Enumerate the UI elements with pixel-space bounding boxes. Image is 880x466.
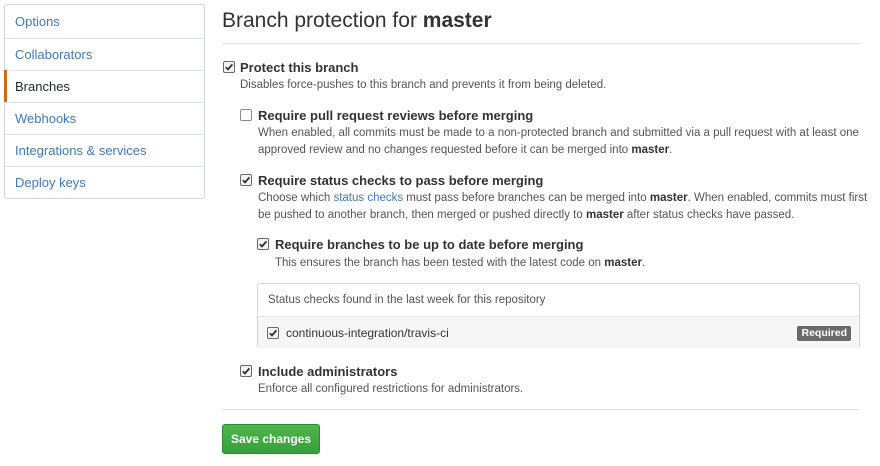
include-admins-label[interactable]: Include administrators — [258, 364, 397, 379]
status-checks-list-header: Status checks found in the last week for… — [258, 284, 859, 317]
sidebar-item-integrations-services[interactable]: Integrations & services — [5, 134, 204, 166]
require-status-checks-label[interactable]: Require status checks to pass before mer… — [258, 173, 543, 188]
require-status-checks-checkbox[interactable] — [240, 174, 252, 186]
note-text: This ensures the branch has been tested … — [275, 257, 605, 269]
branch-name: master — [631, 144, 670, 156]
note-text: after status checks have passed. — [623, 209, 795, 221]
note-text: Choose which — [258, 192, 334, 204]
status-checks-note-line2: be pushed to another branch, then merged… — [258, 207, 794, 224]
sidebar-item-collaborators[interactable]: Collaborators — [5, 38, 204, 70]
title-divider — [222, 43, 860, 44]
sidebar-item-deploy-keys[interactable]: Deploy keys — [5, 166, 204, 198]
note-text: . — [641, 257, 646, 269]
protect-branch-checkbox[interactable] — [223, 61, 235, 73]
require-up-to-date-label[interactable]: Require branches to be up to date before… — [275, 237, 583, 252]
status-checks-note-line1: Choose which status checks must pass bef… — [258, 190, 867, 207]
sidebar-item-branches[interactable]: Branches — [4, 70, 204, 102]
page-title: Branch protection for master — [222, 9, 492, 33]
note-text: . When enabled, commits must first — [687, 192, 868, 204]
title-prefix: Branch protection for — [222, 9, 423, 32]
checkmark-icon — [269, 329, 278, 337]
status-check-row: continuous-integration/travis-ci Require… — [258, 317, 859, 348]
sidebar-item-webhooks[interactable]: Webhooks — [5, 102, 204, 134]
up-to-date-note: This ensures the branch has been tested … — [275, 255, 645, 272]
form-divider — [222, 409, 860, 410]
protect-branch-label[interactable]: Protect this branch — [240, 60, 358, 75]
save-changes-button[interactable]: Save changes — [222, 424, 320, 454]
checkmark-icon — [225, 63, 234, 71]
note-text: . — [669, 144, 673, 156]
checkmark-icon — [242, 367, 251, 375]
branch-name: master — [649, 192, 688, 204]
sidebar-item-options[interactable]: Options — [5, 5, 204, 38]
require-reviews-checkbox[interactable] — [240, 109, 252, 121]
title-branch: master — [422, 9, 492, 32]
status-check-name: continuous-integration/travis-ci — [286, 326, 449, 340]
settings-sidebar: Options Collaborators Branches Webhooks … — [4, 4, 205, 199]
status-check-checkbox[interactable] — [267, 327, 279, 339]
branch-name: master — [604, 257, 642, 269]
require-reviews-note-line1: When enabled, all commits must be made t… — [258, 127, 859, 139]
status-checks-link[interactable]: status checks — [333, 192, 403, 204]
require-reviews-label[interactable]: Require pull request reviews before merg… — [258, 108, 533, 123]
checkmark-icon — [242, 176, 251, 184]
require-up-to-date-checkbox[interactable] — [257, 238, 269, 250]
required-badge: Required — [797, 326, 851, 341]
note-text: be pushed to another branch, then merged… — [258, 209, 586, 221]
note-text: approved review and no changes requested… — [258, 144, 632, 156]
protect-branch-note: Disables force-pushes to this branch and… — [240, 79, 607, 91]
status-checks-list: Status checks found in the last week for… — [257, 283, 860, 348]
require-reviews-note-line2: approved review and no changes requested… — [258, 142, 672, 159]
include-admins-checkbox[interactable] — [240, 365, 252, 377]
include-admins-note: Enforce all configured restrictions for … — [258, 383, 524, 395]
note-text: must pass before branches can be merged … — [403, 192, 650, 204]
branch-name: master — [585, 209, 624, 221]
checkmark-icon — [259, 240, 268, 248]
